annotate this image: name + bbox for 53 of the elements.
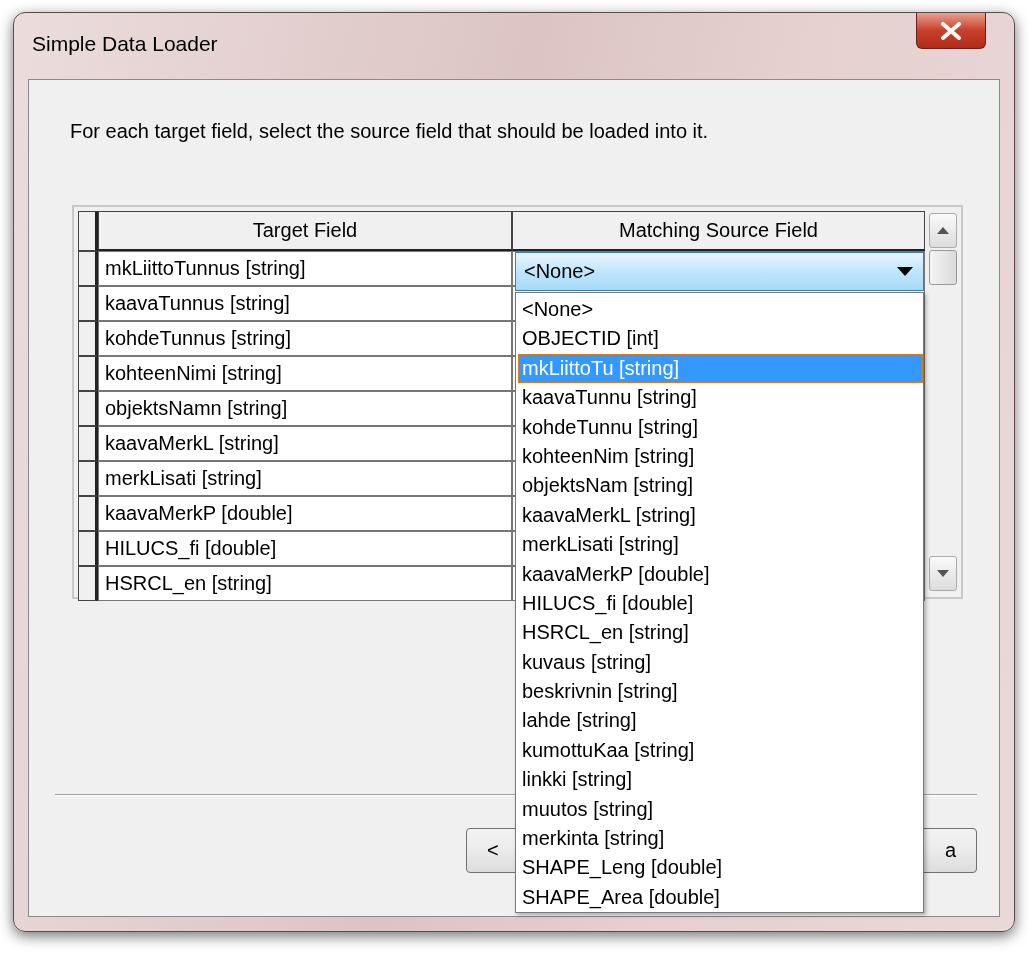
column-header: Matching Source Field <box>512 211 925 251</box>
table-cell: kohteenNimi [string] <box>98 356 512 391</box>
up-arrow-icon <box>937 227 949 234</box>
dropdown-option[interactable]: HILUCS_fi [double] <box>518 588 923 619</box>
row-header <box>78 531 98 566</box>
row-header <box>78 426 98 461</box>
dropdown-option[interactable]: objektsNam [string] <box>518 471 923 501</box>
dropdown-option[interactable]: <None> <box>518 295 923 325</box>
table-cell: kaavaMerkL [string] <box>98 426 512 461</box>
dropdown-option[interactable]: kohteenNim [string] <box>518 441 923 472</box>
scroll-up-button[interactable] <box>929 213 957 248</box>
dropdown-option[interactable]: kuvaus [string] <box>518 647 923 678</box>
scroll-down-button[interactable] <box>929 556 957 591</box>
row-header <box>78 356 98 391</box>
row-header <box>78 321 98 356</box>
dropdown-option[interactable]: OBJECTID [int] <box>518 324 923 354</box>
dropdown-option[interactable]: merkinta [string] <box>518 824 923 854</box>
table-cell: mkLiittoTunnus [string] <box>98 251 512 286</box>
dropdown-option[interactable]: kumottuKaa [string] <box>518 735 923 766</box>
column-header: Target Field <box>98 211 512 251</box>
row-header <box>78 496 98 531</box>
table-cell: HSRCL_en [string] <box>98 566 512 601</box>
dropdown-option[interactable]: lahde [string] <box>518 706 923 736</box>
down-arrow-icon <box>937 570 949 577</box>
instruction-text: For each target field, select the source field that should be loaded into it. <box>70 120 710 143</box>
dropdown-option[interactable]: merkLisati [string] <box>518 530 923 560</box>
row-header <box>78 461 98 496</box>
table-cell: HILUCS_fi [double] <box>98 531 512 566</box>
dropdown-option[interactable]: kaavaTunnu [string] <box>518 383 923 413</box>
row-header <box>78 286 98 321</box>
close-icon <box>940 21 962 40</box>
dropdown-option[interactable]: muutos [string] <box>518 794 923 825</box>
dropdown-option[interactable]: kohdeTunnu [string] <box>518 412 923 442</box>
dropdown-option[interactable]: linkki [string] <box>518 765 923 795</box>
window-title: Simple Data Loader <box>32 32 218 56</box>
dropdown-option[interactable]: kaavaMerkL [string] <box>518 500 923 531</box>
table-cell: objektsNamn [string] <box>98 391 512 426</box>
row-header <box>78 251 98 286</box>
dropdown-option[interactable]: SHAPE_Leng [double] <box>518 853 923 883</box>
dropdown-option[interactable]: HSRCL_en [string] <box>518 618 923 648</box>
dropdown-option[interactable]: kaavaMerkP [double] <box>518 559 923 589</box>
scrollbar-thumb[interactable] <box>929 250 957 285</box>
row-header <box>78 211 98 251</box>
row-header <box>78 391 98 426</box>
dropdown-option[interactable]: SHAPE_Area [double] <box>518 882 923 913</box>
table-cell: kohdeTunnus [string] <box>98 321 512 356</box>
source-dropdown[interactable]: <None> <box>515 252 924 291</box>
table-cell: merkLisati [string] <box>98 461 512 496</box>
table-cell: kaavaMerkP [double] <box>98 496 512 531</box>
close-button[interactable] <box>916 13 986 49</box>
dropdown-option[interactable]: beskrivnin [string] <box>518 677 923 707</box>
table-cell: kaavaTunnus [string] <box>98 286 512 321</box>
caret-icon <box>897 266 913 277</box>
